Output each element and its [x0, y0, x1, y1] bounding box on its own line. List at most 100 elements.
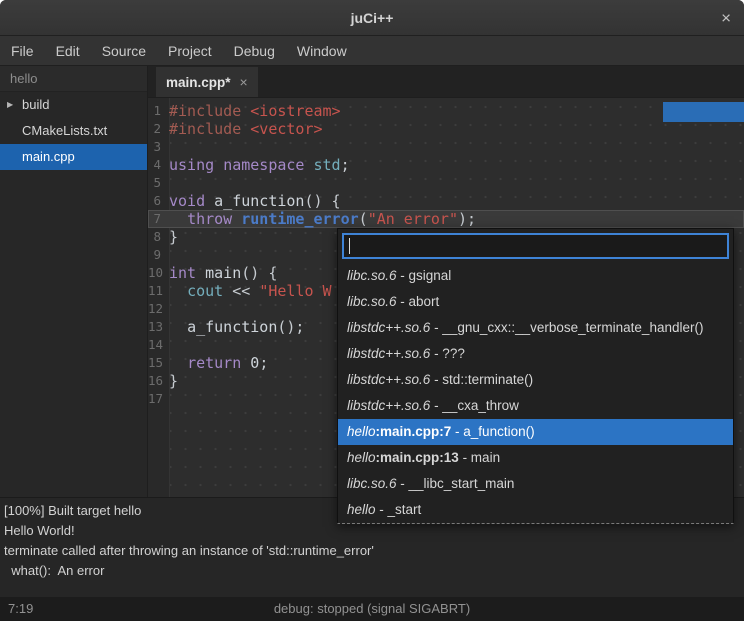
- popup-item-7[interactable]: hello:main.cpp:7 - a_function(): [338, 419, 733, 445]
- code-token: 0: [250, 354, 259, 372]
- line-number: 6: [148, 192, 165, 210]
- close-icon[interactable]: ×: [721, 9, 731, 26]
- code-line-2[interactable]: 2#include <vector>: [148, 120, 744, 138]
- scrollbar-thumb[interactable]: [663, 102, 744, 122]
- code-token: int: [169, 264, 196, 282]
- line-number: 10: [148, 264, 165, 282]
- code-token: #include: [169, 120, 250, 138]
- code-token: std: [314, 156, 341, 174]
- code-token: [169, 282, 187, 300]
- tab-label: main.cpp*: [166, 75, 231, 90]
- popup-item-2[interactable]: libc.so.6 - abort: [338, 289, 733, 315]
- code-token: ();: [277, 318, 304, 336]
- code-text: #include <vector>: [165, 120, 323, 138]
- popup-search-input[interactable]: [342, 233, 729, 259]
- popup-item-10[interactable]: hello - _start: [338, 497, 733, 523]
- text-caret: [349, 238, 350, 254]
- debug-status: debug: stopped (signal SIGABRT): [274, 601, 470, 616]
- tab-bar: main.cpp* ×: [148, 66, 744, 98]
- code-token: namespace: [223, 156, 304, 174]
- code-token: ;: [259, 354, 268, 372]
- popup-item-part: - gsignal: [397, 268, 452, 283]
- line-number: 5: [148, 174, 165, 192]
- line-number: 15: [148, 354, 165, 372]
- menu-item-source[interactable]: Source: [91, 36, 157, 66]
- sidebar-item-main-cpp[interactable]: main.cpp: [0, 144, 147, 170]
- line-number: 8: [148, 228, 165, 246]
- code-token: runtime_error: [241, 210, 358, 228]
- menu-item-project[interactable]: Project: [157, 36, 223, 66]
- popup-list: libc.so.6 - gsignallibc.so.6 - abortlibs…: [338, 263, 733, 523]
- code-token: [241, 354, 250, 372]
- popup-item-9[interactable]: libc.so.6 - __libc_start_main: [338, 471, 733, 497]
- code-token: "An error": [368, 210, 458, 228]
- popup-item-4[interactable]: libstdc++.so.6 - ???: [338, 341, 733, 367]
- code-token: }: [169, 372, 178, 390]
- console-line-2: Hello World!: [4, 521, 740, 541]
- popup-item-part: - ???: [430, 346, 465, 361]
- code-token: return: [187, 354, 241, 372]
- code-token: <vector>: [250, 120, 322, 138]
- code-line-5[interactable]: 5: [148, 174, 744, 192]
- code-text: }: [165, 372, 178, 390]
- code-token: [304, 156, 313, 174]
- menu-item-edit[interactable]: Edit: [45, 36, 91, 66]
- code-token: void: [169, 192, 205, 210]
- project-name: hello: [0, 66, 147, 92]
- code-token: [169, 318, 187, 336]
- code-text: [165, 174, 169, 192]
- code-token: () {: [304, 192, 340, 210]
- line-number: 17: [148, 390, 165, 408]
- popup-item-8[interactable]: hello:main.cpp:13 - main: [338, 445, 733, 471]
- code-token: a_function: [214, 192, 304, 210]
- code-text: [165, 138, 169, 156]
- line-number: 16: [148, 372, 165, 390]
- code-text: [165, 390, 169, 408]
- code-token: ;: [341, 156, 350, 174]
- popup-item-part: libc.so.6: [347, 268, 397, 283]
- expander-icon[interactable]: ▶: [7, 92, 13, 118]
- popup-item-part: libstdc++.so.6: [347, 346, 430, 361]
- popup-item-part: :main.cpp:7: [376, 424, 452, 439]
- sidebar-item-cmakelists-txt[interactable]: CMakeLists.txt: [0, 118, 147, 144]
- code-line-7[interactable]: 7 throw runtime_error("An error");: [148, 210, 744, 228]
- code-line-1[interactable]: 1#include <iostream>: [148, 102, 744, 120]
- code-line-3[interactable]: 3: [148, 138, 744, 156]
- popup-item-5[interactable]: libstdc++.so.6 - std::terminate(): [338, 367, 733, 393]
- menu-item-debug[interactable]: Debug: [223, 36, 286, 66]
- tab-main-cpp[interactable]: main.cpp* ×: [156, 67, 258, 97]
- line-number: 9: [148, 246, 165, 264]
- title-bar[interactable]: juCi++ ×: [0, 0, 744, 36]
- code-token: #include: [169, 102, 250, 120]
- console-line-4: what(): An error: [4, 561, 740, 581]
- popup-item-6[interactable]: libstdc++.so.6 - __cxa_throw: [338, 393, 733, 419]
- file-label: main.cpp: [22, 149, 75, 164]
- code-token: );: [458, 210, 476, 228]
- code-line-4[interactable]: 4using namespace std;: [148, 156, 744, 174]
- popup-item-1[interactable]: libc.so.6 - gsignal: [338, 263, 733, 289]
- console-line-3: terminate called after throwing an insta…: [4, 541, 740, 561]
- menu-item-file[interactable]: File: [0, 36, 45, 66]
- code-token: [169, 354, 187, 372]
- file-label: CMakeLists.txt: [22, 123, 107, 138]
- line-number: 1: [148, 102, 165, 120]
- popup-item-part: libc.so.6: [347, 476, 397, 491]
- code-token: <<: [223, 282, 259, 300]
- tab-close-icon[interactable]: ×: [240, 74, 248, 90]
- menu-item-window[interactable]: Window: [286, 36, 358, 66]
- cursor-position: 7:19: [8, 597, 33, 621]
- popup-item-part: libc.so.6: [347, 294, 397, 309]
- popup-item-part: - _start: [376, 502, 422, 517]
- popup-item-part: hello: [347, 450, 376, 465]
- popup-item-part: - __cxa_throw: [430, 398, 519, 413]
- popup-item-3[interactable]: libstdc++.so.6 - __gnu_cxx::__verbose_te…: [338, 315, 733, 341]
- line-number: 3: [148, 138, 165, 156]
- code-token: "Hello W: [259, 282, 331, 300]
- popup-item-part: - a_function(): [451, 424, 534, 439]
- code-line-6[interactable]: 6void a_function() {: [148, 192, 744, 210]
- code-token: [205, 192, 214, 210]
- code-token: main: [205, 264, 241, 282]
- code-text: throw runtime_error("An error");: [165, 210, 476, 228]
- sidebar-item-build[interactable]: ▶build: [0, 92, 147, 118]
- code-token: [169, 210, 187, 228]
